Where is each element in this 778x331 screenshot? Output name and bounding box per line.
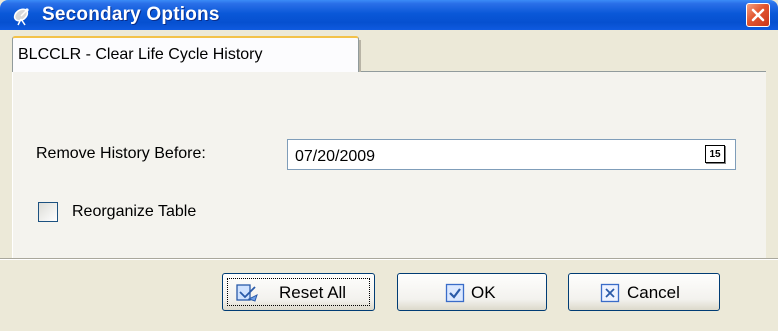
ok-button[interactable]: OK bbox=[397, 273, 547, 311]
reorganize-table-label: Reorganize Table bbox=[72, 203, 197, 220]
check-icon bbox=[445, 283, 465, 308]
cancel-label: Cancel bbox=[627, 283, 680, 302]
reset-all-label: Reset All bbox=[279, 283, 347, 302]
close-button[interactable] bbox=[746, 3, 770, 27]
cancel-x-icon bbox=[600, 283, 620, 308]
tab-blcclr[interactable]: BLCCLR - Clear Life Cycle History bbox=[12, 36, 361, 74]
calendar-icon: 15 bbox=[709, 149, 721, 160]
cancel-button[interactable]: Cancel bbox=[568, 273, 720, 311]
reorganize-table-checkbox[interactable] bbox=[38, 202, 58, 222]
bottom-separator-highlight bbox=[0, 259, 778, 260]
satellite-dish-icon bbox=[12, 6, 34, 26]
remove-history-label: Remove History Before: bbox=[36, 145, 206, 162]
remove-history-date-field[interactable] bbox=[287, 139, 736, 170]
dialog-title: Secondary Options bbox=[42, 4, 220, 25]
reset-all-button[interactable]: Reset All bbox=[222, 273, 375, 311]
secondary-options-dialog: Secondary Options BLCCLR - Clear Life Cy… bbox=[0, 0, 778, 331]
close-icon bbox=[747, 4, 769, 26]
reset-icon bbox=[235, 283, 259, 308]
title-bar[interactable]: Secondary Options bbox=[0, 0, 778, 30]
calendar-button[interactable]: 15 bbox=[705, 145, 725, 163]
ok-label: OK bbox=[471, 283, 496, 302]
